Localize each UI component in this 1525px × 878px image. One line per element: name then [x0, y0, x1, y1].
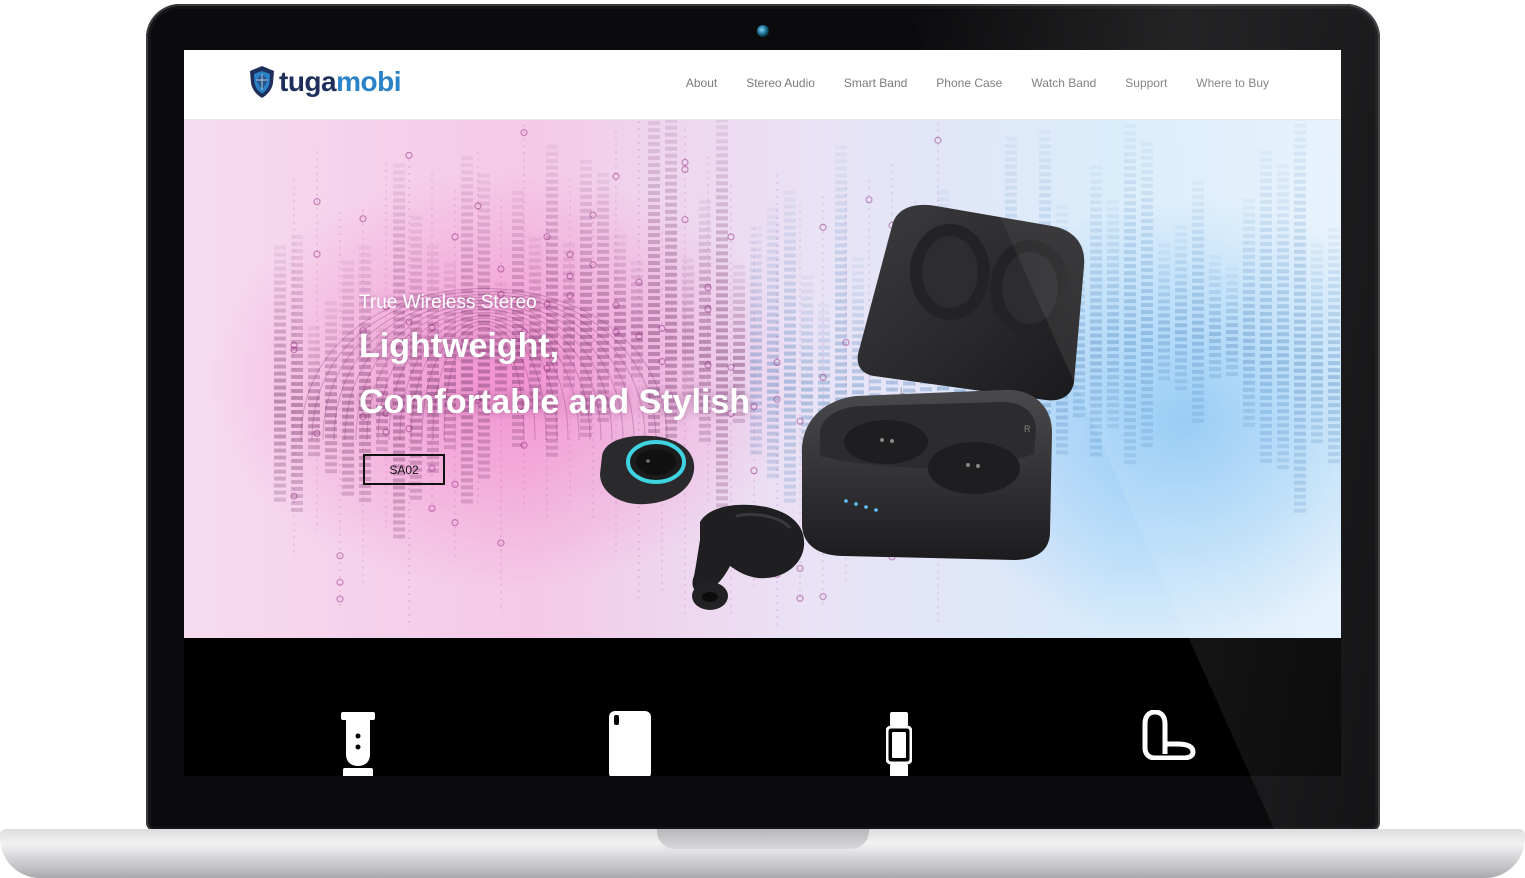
nav-watch-band[interactable]: Watch Band [1031, 74, 1096, 92]
watch-strap-icon[interactable] [339, 710, 377, 776]
nav-smart-band[interactable]: Smart Band [844, 74, 907, 92]
earbuds-product-image: L R [600, 204, 1085, 610]
smart-band-icon[interactable] [885, 710, 913, 776]
svg-text:R: R [1024, 424, 1031, 434]
nav-where-to-buy[interactable]: Where to Buy [1196, 74, 1269, 92]
brand-name-part2: mobi [336, 66, 401, 97]
webcam [757, 25, 769, 37]
nav-support[interactable]: Support [1125, 74, 1167, 92]
nav-phone-case[interactable]: Phone Case [936, 74, 1002, 92]
hero-title-line2: Comfortable and Stylish [359, 383, 751, 421]
laptop-base-notch [657, 829, 869, 849]
hero-title: Lightweight, Comfortable and Stylish [359, 318, 750, 430]
brand-name-part1: tuga [279, 66, 337, 97]
site-header: tugamobi About Stereo Audio Smart Band P… [184, 50, 1341, 120]
phone-case-icon[interactable] [608, 710, 652, 776]
main-nav: About Stereo Audio Smart Band Phone Case… [657, 74, 1269, 92]
brand-logo[interactable]: tugamobi [248, 65, 401, 99]
hero-banner: L R True Wireless Stereo Lightweight, Co… [184, 120, 1341, 638]
nav-about[interactable]: About [686, 74, 717, 92]
brand-name: tugamobi [279, 65, 401, 99]
shield-icon [248, 65, 276, 99]
hero-title-line1: Lightweight, [359, 327, 560, 365]
svg-text:L: L [900, 386, 905, 396]
hero-subtitle: True Wireless Stereo [359, 292, 537, 313]
earbuds-icon[interactable] [1141, 709, 1199, 765]
category-strip [184, 638, 1341, 776]
laptop-screen: tugamobi About Stereo Audio Smart Band P… [184, 50, 1341, 776]
nav-stereo-audio[interactable]: Stereo Audio [746, 74, 815, 92]
product-sa02-button[interactable]: SA02 [363, 454, 445, 485]
